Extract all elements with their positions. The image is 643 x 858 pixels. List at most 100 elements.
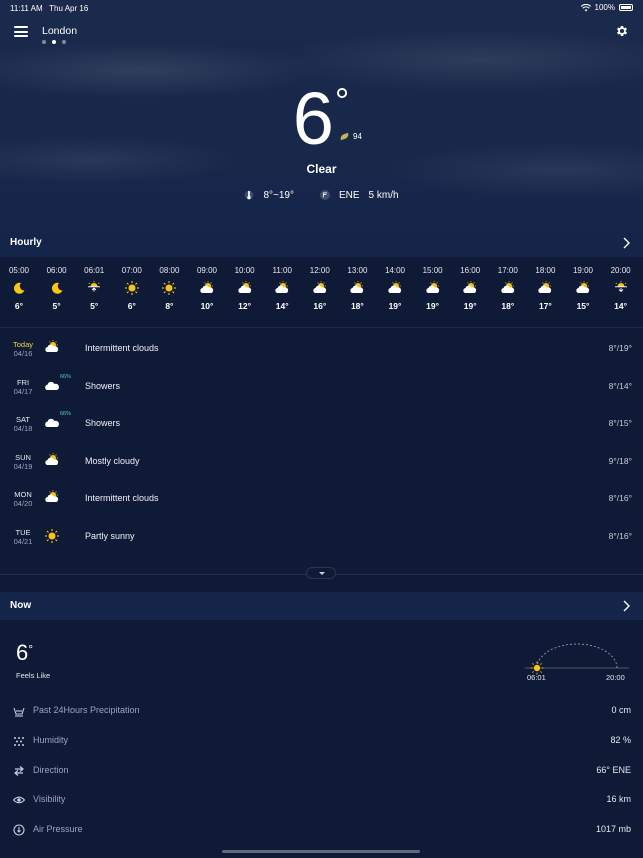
- page-dot-active[interactable]: [52, 40, 56, 44]
- partly-cloudy-icon: [301, 278, 339, 298]
- hour-temp: 14°: [614, 301, 628, 311]
- degree-symbol: °: [334, 80, 351, 121]
- page-indicator[interactable]: [42, 40, 66, 44]
- day-label: MON 04/20: [6, 490, 40, 508]
- day-condition: Intermittent clouds: [85, 493, 159, 504]
- city-name[interactable]: London: [42, 25, 77, 37]
- daily-row[interactable]: Today 04/16 Intermittent clouds 8°/19°: [0, 330, 643, 368]
- feels-temp-value: 6: [16, 640, 29, 665]
- hour-column[interactable]: 06:01 5°: [75, 264, 113, 314]
- hour-column[interactable]: 05:00 6°: [0, 264, 38, 314]
- precip-chance: 66%: [60, 373, 72, 380]
- leaf-icon: [339, 132, 350, 141]
- current-condition: Clear: [306, 162, 337, 176]
- hour-column[interactable]: 17:00 18°: [489, 264, 527, 314]
- day-condition: Showers: [85, 418, 121, 429]
- day-condition: Intermittent clouds: [85, 343, 159, 353]
- menu-icon[interactable]: [14, 26, 28, 37]
- partly-cloudy-icon: [376, 278, 414, 298]
- wind-speed: 5 km/h: [368, 189, 399, 201]
- chevron-right-icon[interactable]: [621, 600, 631, 612]
- page-dot[interactable]: [62, 40, 66, 44]
- status-clock: 11:11 AM: [10, 4, 43, 13]
- now-header[interactable]: Now: [0, 592, 643, 620]
- daily-row[interactable]: FRI 04/17 66% Showers 8°/14°: [0, 368, 643, 406]
- detail-label: Past 24Hours Precipitation: [33, 705, 140, 715]
- hour-column[interactable]: 20:00 14°: [602, 264, 640, 314]
- temperature-range: 8°~19°: [244, 189, 294, 201]
- thermometer-icon: [245, 190, 254, 200]
- detail-value: 0 cm: [611, 705, 631, 715]
- home-indicator[interactable]: [222, 850, 420, 853]
- battery-percent: 100%: [594, 3, 615, 12]
- hour-time: 19:00: [572, 266, 594, 275]
- day-condition: Partly sunny: [85, 530, 135, 541]
- page-dot[interactable]: [42, 40, 46, 44]
- hour-temp: 14°: [275, 301, 289, 311]
- hour-column[interactable]: 07:00 6°: [113, 264, 151, 314]
- daily-row[interactable]: TUE 04/21 Partly sunny 8°/16°: [0, 518, 643, 556]
- sunset-icon: [602, 278, 640, 298]
- hour-temp: 19°: [463, 301, 477, 311]
- pressure-icon: [13, 823, 25, 836]
- gear-icon[interactable]: [615, 24, 629, 38]
- hour-time: 13:00: [347, 266, 368, 275]
- hour-column[interactable]: 09:00 10°: [188, 264, 226, 314]
- hour-column[interactable]: 14:00 19°: [376, 264, 414, 314]
- hour-time: 11:00: [272, 266, 292, 275]
- feels-like-temperature: 6°: [16, 640, 33, 666]
- day-temp-range: 9°/18°: [608, 455, 632, 466]
- hour-column[interactable]: 18:00 17°: [526, 264, 564, 314]
- hour-column[interactable]: 11:00 14°: [263, 264, 301, 314]
- hour-column[interactable]: 16:00 19°: [451, 264, 489, 314]
- partly-cloudy-icon: [489, 278, 527, 298]
- daily-row[interactable]: MON 04/20 Intermittent clouds 8°/16°: [0, 480, 643, 518]
- detail-row: Visibility 16 km: [0, 793, 643, 823]
- hour-time: 08:00: [159, 266, 180, 275]
- daily-row[interactable]: SUN 04/19 Mostly cloudy 9°/18°: [0, 443, 643, 481]
- precipitation-icon: [13, 704, 25, 717]
- sun-icon: [44, 528, 62, 544]
- hour-column[interactable]: 06:00 5°: [38, 264, 76, 314]
- hour-time: 06:00: [46, 266, 67, 275]
- hourly-header[interactable]: Hourly: [0, 229, 643, 257]
- hourly-title: Hourly: [10, 237, 42, 248]
- wifi-icon: [580, 3, 591, 11]
- hour-time: 20:00: [610, 266, 631, 275]
- day-date: 04/17: [13, 386, 33, 396]
- humidity-icon: [13, 734, 25, 746]
- wind-flag-icon: [319, 190, 330, 200]
- hour-column[interactable]: 13:00 18°: [338, 264, 376, 314]
- day-temp-range: 8°/16°: [608, 493, 632, 504]
- cloud-rain-icon: [44, 415, 62, 431]
- current-temp-value: 6: [292, 77, 335, 160]
- feels-like-label: Feels Like: [16, 671, 51, 680]
- hour-temp: 19°: [388, 301, 402, 311]
- detail-label: Direction: [33, 765, 69, 775]
- hour-column[interactable]: 19:00 15°: [564, 264, 602, 314]
- moon-icon: [38, 278, 76, 298]
- hour-column[interactable]: 10:00 12°: [226, 264, 264, 314]
- wind-info: ENE 5 km/h: [319, 189, 399, 201]
- hour-time: 12:00: [309, 266, 330, 275]
- hour-temp: 5°: [90, 301, 99, 311]
- sun-icon: [113, 278, 151, 298]
- hour-column[interactable]: 08:00 8°: [150, 264, 188, 314]
- chevron-right-icon[interactable]: [621, 237, 631, 249]
- hour-column[interactable]: 15:00 19°: [414, 264, 452, 314]
- hour-time: 07:00: [121, 266, 142, 275]
- daily-forecast: Today 04/16 Intermittent clouds 8°/19° FRI 0…: [0, 330, 643, 556]
- daily-row[interactable]: SAT 04/18 66% Showers 8°/15°: [0, 405, 643, 443]
- day-condition: Showers: [85, 380, 121, 391]
- hourly-forecast[interactable]: 05:00 6° 06:00 5° 06:01 5° 07:00 6° 08:00 8° 09:0…: [0, 264, 643, 324]
- air-quality[interactable]: 94: [339, 132, 362, 141]
- day-date: 04/18: [13, 424, 33, 434]
- detail-value: 82 %: [610, 735, 631, 745]
- expand-daily-button[interactable]: [306, 567, 336, 579]
- hour-temp: 6°: [127, 301, 136, 311]
- day-date: 04/19: [13, 461, 33, 471]
- current-temperature: 6°: [0, 76, 643, 161]
- hour-time: 18:00: [535, 266, 556, 275]
- hour-column[interactable]: 12:00 16°: [301, 264, 339, 314]
- now-title: Now: [10, 600, 32, 611]
